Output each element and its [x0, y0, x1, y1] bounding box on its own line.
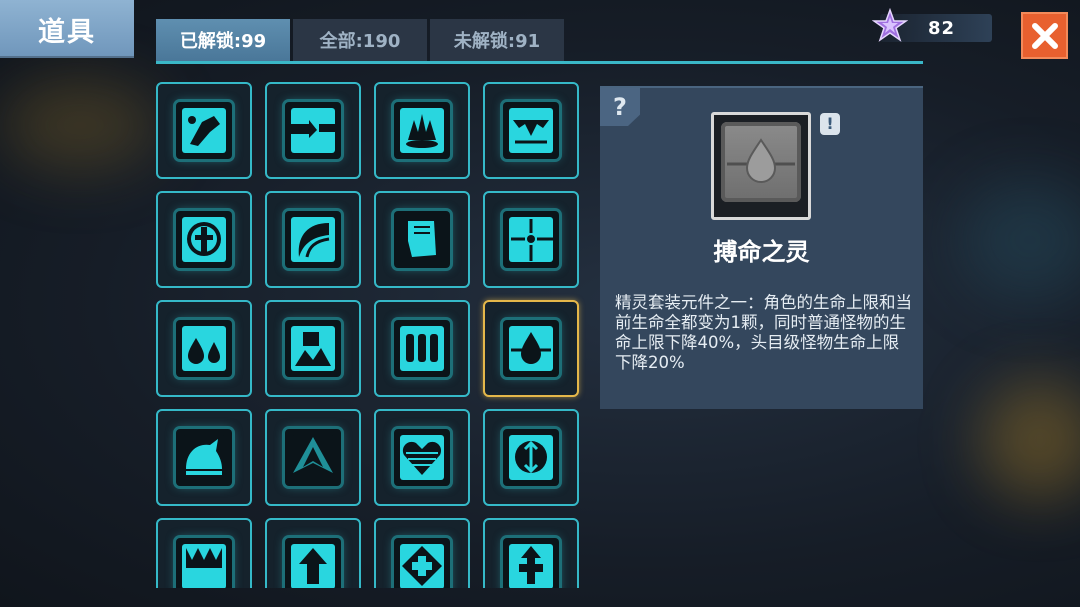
grid-item[interactable]	[483, 518, 579, 588]
close-button[interactable]	[1021, 12, 1068, 59]
up-arrow-icon	[291, 544, 335, 588]
tab-underline	[156, 61, 923, 64]
arrow-circle-icon	[509, 435, 553, 480]
grid-item[interactable]	[156, 409, 252, 506]
grid-item[interactable]	[265, 191, 361, 288]
grid-item[interactable]	[156, 300, 252, 397]
arm-cannon-icon	[182, 108, 226, 153]
background-glow	[0, 80, 160, 170]
currency-value: 82	[928, 18, 956, 39]
item-grid	[156, 82, 586, 588]
grid-item[interactable]	[265, 300, 361, 397]
wave-slash-icon	[291, 217, 335, 262]
spike-frame-icon	[182, 544, 226, 588]
helmet-icon	[182, 435, 226, 480]
tri-blade-icon	[291, 435, 335, 480]
grid-item[interactable]	[374, 191, 470, 288]
arrow-cross-icon	[509, 544, 553, 588]
spike-burst-icon	[400, 108, 444, 153]
grid-item[interactable]	[265, 82, 361, 179]
grid-item[interactable]	[156, 82, 252, 179]
grid-item[interactable]	[374, 409, 470, 506]
background-glow	[960, 180, 1080, 300]
double-drop-icon	[182, 326, 226, 371]
item-detail-panel: ? ! 搏命之灵 精灵套装元件之一：角色的生命上限和当前生命全都变为1颗，同时普…	[600, 86, 923, 409]
filter-tabs: 已解锁:99 全部:190 未解锁:91	[156, 19, 564, 61]
grid-item[interactable]	[156, 518, 252, 588]
tab-locked[interactable]: 未解锁:91	[430, 19, 564, 61]
grid-item-selected[interactable]	[483, 300, 579, 397]
item-name: 搏命之灵	[713, 238, 810, 266]
grid-item[interactable]	[483, 409, 579, 506]
help-button[interactable]: ?	[600, 88, 640, 126]
grid-item[interactable]	[374, 300, 470, 397]
grid-item[interactable]	[374, 518, 470, 588]
background-glow	[980, 380, 1080, 500]
holy-cross-icon	[182, 217, 226, 262]
grid-item[interactable]	[374, 82, 470, 179]
fang-jaw-icon	[509, 108, 553, 153]
spirit-drop-icon	[509, 326, 553, 371]
split-squares-icon	[291, 108, 335, 153]
fist-icon	[400, 217, 444, 262]
page-title: 道具	[38, 16, 96, 48]
alert-badge[interactable]: !	[820, 113, 840, 135]
item-description: 精灵套装元件之一：角色的生命上限和当前生命全都变为1颗，同时普通怪物的生命上限下…	[615, 293, 912, 372]
cross-diamond-icon	[400, 544, 444, 588]
page-title-bar: 道具	[0, 0, 134, 58]
purple-star-icon	[872, 8, 908, 42]
blocks-burst-icon	[291, 326, 335, 371]
grid-item[interactable]	[265, 518, 361, 588]
grid-item[interactable]	[483, 82, 579, 179]
spirit-drop-icon	[727, 138, 795, 183]
grid-item[interactable]	[483, 191, 579, 288]
currency-display: 82	[872, 8, 992, 42]
close-icon	[1031, 22, 1058, 49]
grid-item[interactable]	[156, 191, 252, 288]
triple-bars-icon	[400, 326, 444, 371]
striped-heart-icon	[400, 435, 444, 480]
tab-all[interactable]: 全部:190	[293, 19, 427, 61]
tab-unlocked[interactable]: 已解锁:99	[156, 19, 290, 61]
item-preview	[711, 112, 811, 220]
grid-item[interactable]	[265, 409, 361, 506]
crosshair-icon	[509, 217, 553, 262]
